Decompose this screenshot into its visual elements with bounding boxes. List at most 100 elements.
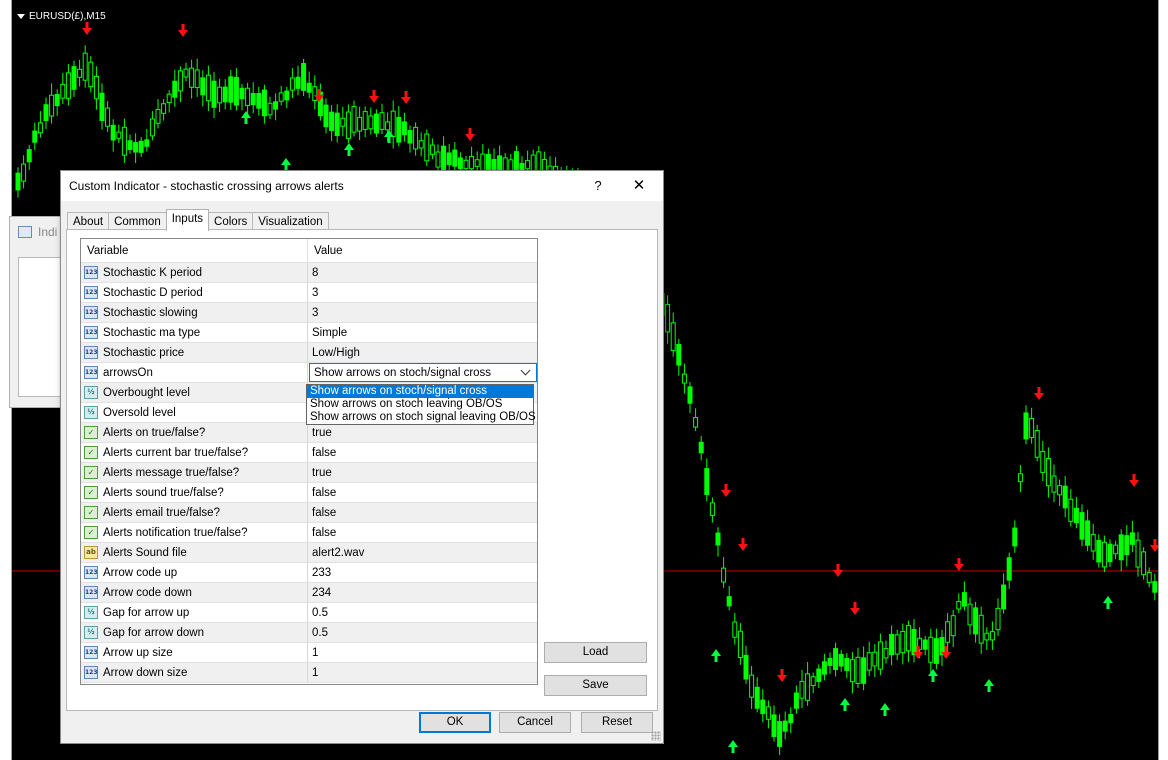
- help-button[interactable]: ?: [588, 176, 608, 196]
- tab-inputs[interactable]: Inputs: [165, 209, 210, 231]
- candle-body: [1096, 539, 1102, 563]
- table-row[interactable]: 123 Stochastic slowing 3: [81, 303, 537, 323]
- candle-body: [693, 417, 699, 428]
- value-cell[interactable]: false: [308, 503, 537, 522]
- arrows-on-combobox[interactable]: Show arrows on stoch/signal cross: [309, 363, 537, 382]
- candle-body: [373, 113, 379, 134]
- candle-body: [1034, 430, 1040, 458]
- cancel-button[interactable]: Cancel: [499, 712, 571, 733]
- value-cell[interactable]: 234: [308, 583, 537, 602]
- down-arrow-icon: [954, 558, 964, 571]
- value-cell[interactable]: false: [308, 523, 537, 542]
- down-arrow-icon: [401, 91, 411, 104]
- table-row[interactable]: 123 Arrow down size 1: [81, 663, 537, 683]
- value-cell[interactable]: Simple: [308, 323, 537, 342]
- table-row[interactable]: 123 Arrow up size 1: [81, 643, 537, 663]
- candle-body: [715, 532, 721, 546]
- value-cell[interactable]: 0.5: [308, 623, 537, 642]
- table-row[interactable]: 123 Stochastic K period 8: [81, 263, 537, 283]
- candle-body: [32, 130, 38, 143]
- chart-menu-triangle-icon[interactable]: [17, 14, 25, 19]
- value-cell[interactable]: 233: [308, 563, 537, 582]
- candle-body: [900, 630, 906, 654]
- candle-body: [457, 157, 463, 170]
- candle-body: [267, 102, 273, 116]
- save-button[interactable]: Save: [544, 675, 647, 696]
- dropdown-option[interactable]: Show arrows on stoch/signal cross: [307, 385, 533, 398]
- variable-name: Arrow down size: [103, 666, 188, 679]
- value-cell[interactable]: 3: [308, 303, 537, 322]
- table-row[interactable]: ½ Gap for arrow down 0.5: [81, 623, 537, 643]
- table-row[interactable]: 123 Stochastic price Low/High: [81, 343, 537, 363]
- up-arrow-icon: [344, 143, 354, 156]
- candle-body: [37, 122, 43, 134]
- table-row[interactable]: 123 Stochastic D period 3: [81, 283, 537, 303]
- candle-body: [1073, 507, 1079, 524]
- table-row[interactable]: ✓ Alerts on true/false? true: [81, 423, 537, 443]
- ok-button[interactable]: OK: [419, 712, 491, 733]
- candle-body: [788, 714, 794, 724]
- candle-body: [1146, 571, 1152, 583]
- dropdown-option[interactable]: Show arrows on stoch signal leaving OB/O…: [307, 411, 536, 424]
- table-row[interactable]: ✓ Alerts sound true/false? false: [81, 483, 537, 503]
- table-row[interactable]: ½ Gap for arrow up 0.5: [81, 603, 537, 623]
- candle-body: [385, 121, 391, 131]
- value-cell[interactable]: true: [308, 463, 537, 482]
- candle-body: [777, 721, 783, 747]
- value-cell[interactable]: 8: [308, 263, 537, 282]
- candle-body: [463, 159, 469, 170]
- int-type-icon: 123: [84, 326, 98, 339]
- candle-body: [161, 103, 167, 114]
- column-header-value[interactable]: Value: [308, 239, 537, 262]
- table-row[interactable]: ✓ Alerts message true/false? true: [81, 463, 537, 483]
- candle-body: [844, 657, 850, 671]
- table-row[interactable]: 123 Arrow code up 233: [81, 563, 537, 583]
- table-row[interactable]: 123 arrowsOn Show arrows on stoch/signal c…: [81, 363, 537, 383]
- table-row[interactable]: ✓ Alerts notification true/false? false: [81, 523, 537, 543]
- value-cell[interactable]: true: [308, 423, 537, 442]
- value-cell[interactable]: 1: [308, 663, 537, 682]
- variable-name: Gap for arrow down: [103, 626, 204, 639]
- candle-body: [357, 116, 363, 132]
- candle-body: [1085, 520, 1091, 546]
- value-cell[interactable]: alert2.wav: [308, 543, 537, 562]
- value-cell[interactable]: 3: [308, 283, 537, 302]
- table-row[interactable]: 123 Stochastic ma type Simple: [81, 323, 537, 343]
- variable-cell: 123 Stochastic K period: [81, 263, 308, 282]
- arrows-on-dropdown-list[interactable]: Show arrows on stoch/signal cross Show ar…: [306, 384, 536, 425]
- chart-symbol-label[interactable]: EURUSD(£),M15: [17, 11, 106, 22]
- value-cell[interactable]: 0.5: [308, 603, 537, 622]
- chevron-down-icon[interactable]: [520, 365, 531, 376]
- candle-body: [469, 155, 475, 170]
- candle-body: [172, 80, 178, 98]
- reset-button[interactable]: Reset: [581, 712, 653, 733]
- variable-cell: 123 Stochastic ma type: [81, 323, 308, 342]
- value-cell[interactable]: false: [308, 443, 537, 462]
- candle-body: [956, 600, 962, 610]
- candle-body: [810, 676, 816, 687]
- table-row[interactable]: ✓ Alerts email true/false? false: [81, 503, 537, 523]
- down-arrow-icon: [721, 484, 731, 497]
- table-row[interactable]: ✓ Alerts current bar true/false? false: [81, 443, 537, 463]
- value-combo-cell[interactable]: Show arrows on stoch/signal cross: [308, 363, 537, 382]
- candle-body: [894, 634, 900, 655]
- column-header-variable[interactable]: Variable: [81, 239, 308, 262]
- table-row[interactable]: 123 Arrow code down 234: [81, 583, 537, 603]
- dropdown-option[interactable]: Show arrows on stoch leaving OB/OS: [307, 398, 533, 411]
- value-cell[interactable]: false: [308, 483, 537, 502]
- load-button[interactable]: Load: [544, 642, 647, 663]
- close-icon[interactable]: ✕: [627, 176, 651, 196]
- value-cell[interactable]: Low/High: [308, 343, 537, 362]
- variable-name: Stochastic ma type: [103, 326, 201, 339]
- candle-body: [838, 653, 844, 667]
- candle-body: [245, 87, 251, 107]
- candle-body: [217, 86, 223, 104]
- resize-grip-icon[interactable]: [651, 731, 661, 741]
- table-row[interactable]: ab Alerts Sound file alert2.wav: [81, 543, 537, 563]
- value-cell[interactable]: 1: [308, 643, 537, 662]
- candle-body: [222, 86, 228, 103]
- candle-body: [497, 155, 503, 171]
- down-arrow-icon: [1034, 387, 1044, 400]
- candle-body: [228, 76, 234, 103]
- int-type-icon: 123: [84, 646, 98, 659]
